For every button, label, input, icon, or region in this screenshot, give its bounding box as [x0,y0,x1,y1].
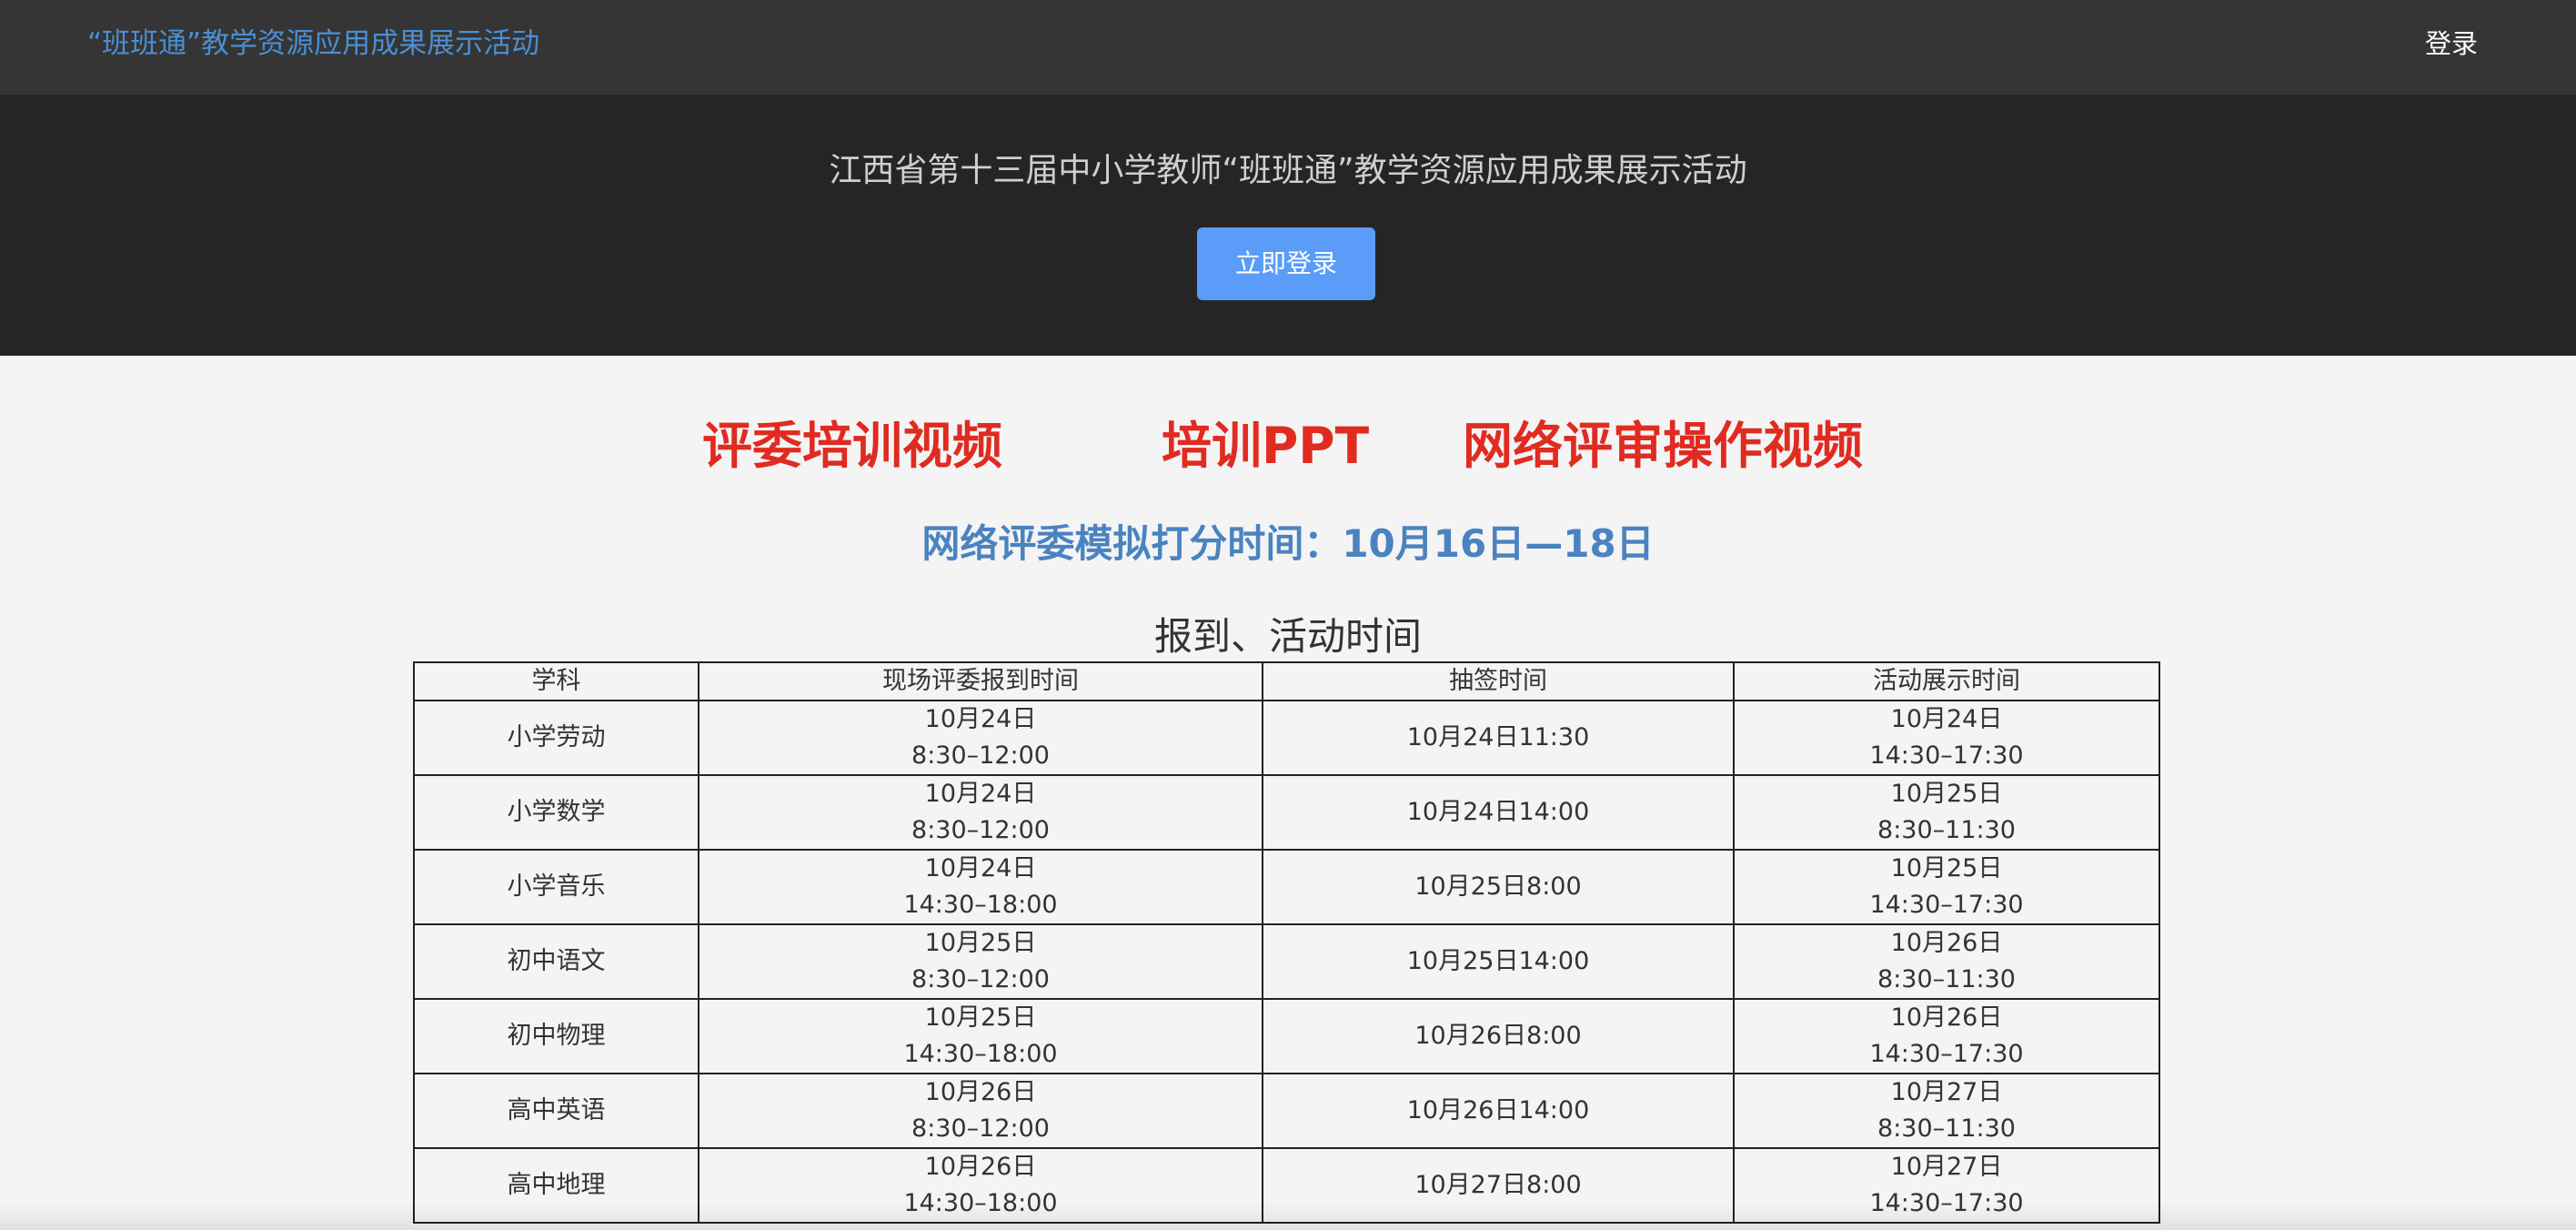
show-hours: 8:30–11:30 [1877,816,2016,844]
draw-time-cell: 10月26日14:00 [1262,1073,1735,1149]
column-header-show-time: 活动展示时间 [1733,661,2160,701]
report-time-cell: 10月26日 8:30–12:00 [698,1073,1263,1149]
show-hours: 8:30–11:30 [1877,965,2016,993]
table-row: 小学音乐 10月24日 14:30–18:00 10月25日8:00 10月25日… [413,849,2160,925]
report-time-cell: 10月25日 8:30–12:00 [698,923,1263,1000]
online-review-video-link[interactable]: 网络评审操作视频 [1463,411,1863,480]
report-time-cell: 10月24日 8:30–12:00 [698,700,1263,776]
column-header-report-time: 现场评委报到时间 [698,661,1263,701]
show-hours: 14:30–17:30 [1869,891,2024,919]
show-time-cell: 10月26日 8:30–11:30 [1733,923,2160,1000]
hero-title: 江西省第十三届中小学教师“班班通”教学资源应用成果展示活动 [829,152,1747,189]
draw-time-cell: 10月25日8:00 [1262,849,1735,925]
subject-cell: 初中语文 [413,923,699,1000]
report-time-cell: 10月24日 8:30–12:00 [698,774,1263,851]
scoring-time-notice: 网络评委模拟打分时间：10月16日—18日 [921,521,1655,566]
login-now-button[interactable]: 立即登录 [1197,227,1375,300]
draw-time-cell: 10月25日14:00 [1262,923,1735,1000]
show-time-cell: 10月25日 8:30–11:30 [1733,774,2160,851]
report-date: 10月24日 [924,780,1037,808]
show-date: 10月25日 [1890,780,2003,808]
hero-banner: 江西省第十三届中小学教师“班班通”教学资源应用成果展示活动 立即登录 [0,95,2576,356]
training-ppt-link[interactable]: 培训PPT [1162,411,1369,480]
table-row: 初中物理 10月25日 14:30–18:00 10月26日8:00 10月26日… [413,998,2160,1074]
show-hours: 8:30–11:30 [1877,1114,2016,1143]
judge-training-video-link[interactable]: 评委培训视频 [702,411,1002,480]
show-time-cell: 10月26日 14:30–17:30 [1733,998,2160,1074]
report-hours: 8:30–12:00 [911,741,1050,770]
report-date: 10月26日 [924,1153,1037,1181]
top-navbar: “班班通”教学资源应用成果展示活动 登录 [0,0,2576,96]
draw-time-cell: 10月26日8:00 [1262,998,1735,1074]
schedule-title: 报到、活动时间 [1153,614,1422,659]
table-header-row: 学科 现场评委报到时间 抽签时间 活动展示时间 [413,661,2160,701]
resource-links: 评委培训视频 培训PPT 网络评审操作视频 [0,411,2576,480]
show-date: 10月27日 [1890,1078,2003,1106]
show-hours: 14:30–17:30 [1869,1040,2024,1068]
table-row: 高中地理 10月26日 14:30–18:00 10月27日8:00 10月27日… [413,1147,2160,1224]
show-date: 10月24日 [1890,705,2003,733]
subject-cell: 初中物理 [413,998,699,1074]
subject-cell: 小学音乐 [413,849,699,925]
report-date: 10月25日 [924,929,1037,957]
report-date: 10月25日 [924,1003,1037,1032]
table-row: 小学劳动 10月24日 8:30–12:00 10月24日11:30 10月24日… [413,700,2160,776]
report-hours: 8:30–12:00 [911,965,1050,993]
report-hours: 8:30–12:00 [911,816,1050,844]
show-time-cell: 10月24日 14:30–17:30 [1733,700,2160,776]
subject-cell: 小学劳动 [413,700,699,776]
show-time-cell: 10月25日 14:30–17:30 [1733,849,2160,925]
column-header-draw-time: 抽签时间 [1262,661,1735,701]
table-row: 初中语文 10月25日 8:30–12:00 10月25日14:00 10月26日… [413,923,2160,1000]
report-date: 10月24日 [924,854,1037,882]
report-hours: 8:30–12:00 [911,1114,1050,1143]
show-time-cell: 10月27日 8:30–11:30 [1733,1073,2160,1149]
draw-time-cell: 10月24日14:00 [1262,774,1735,851]
report-hours: 14:30–18:00 [903,1189,1058,1217]
report-date: 10月26日 [924,1078,1037,1106]
table-row: 高中英语 10月26日 8:30–12:00 10月26日14:00 10月27日… [413,1073,2160,1149]
schedule-table: 学科 现场评委报到时间 抽签时间 活动展示时间 小学劳动 10月24日 8:30–… [413,661,2160,1224]
table-row: 小学数学 10月24日 8:30–12:00 10月24日14:00 10月25日… [413,774,2160,851]
show-date: 10月26日 [1890,1003,2003,1032]
subject-cell: 高中地理 [413,1147,699,1224]
subject-cell: 高中英语 [413,1073,699,1149]
show-date: 10月25日 [1890,854,2003,882]
report-time-cell: 10月24日 14:30–18:00 [698,849,1263,925]
nav-login-link[interactable]: 登录 [2425,22,2478,66]
show-date: 10月27日 [1890,1153,2003,1181]
draw-time-cell: 10月27日8:00 [1262,1147,1735,1224]
report-time-cell: 10月25日 14:30–18:00 [698,998,1263,1074]
draw-time-cell: 10月24日11:30 [1262,700,1735,776]
report-date: 10月24日 [924,705,1037,733]
report-hours: 14:30–18:00 [903,1040,1058,1068]
column-header-subject: 学科 [413,661,699,701]
show-time-cell: 10月27日 14:30–17:30 [1733,1147,2160,1224]
report-hours: 14:30–18:00 [903,891,1058,919]
show-hours: 14:30–17:30 [1869,1189,2024,1217]
show-date: 10月26日 [1890,929,2003,957]
subject-cell: 小学数学 [413,774,699,851]
report-time-cell: 10月26日 14:30–18:00 [698,1147,1263,1224]
show-hours: 14:30–17:30 [1869,741,2024,770]
site-brand-link[interactable]: “班班通”教学资源应用成果展示活动 [87,22,539,66]
